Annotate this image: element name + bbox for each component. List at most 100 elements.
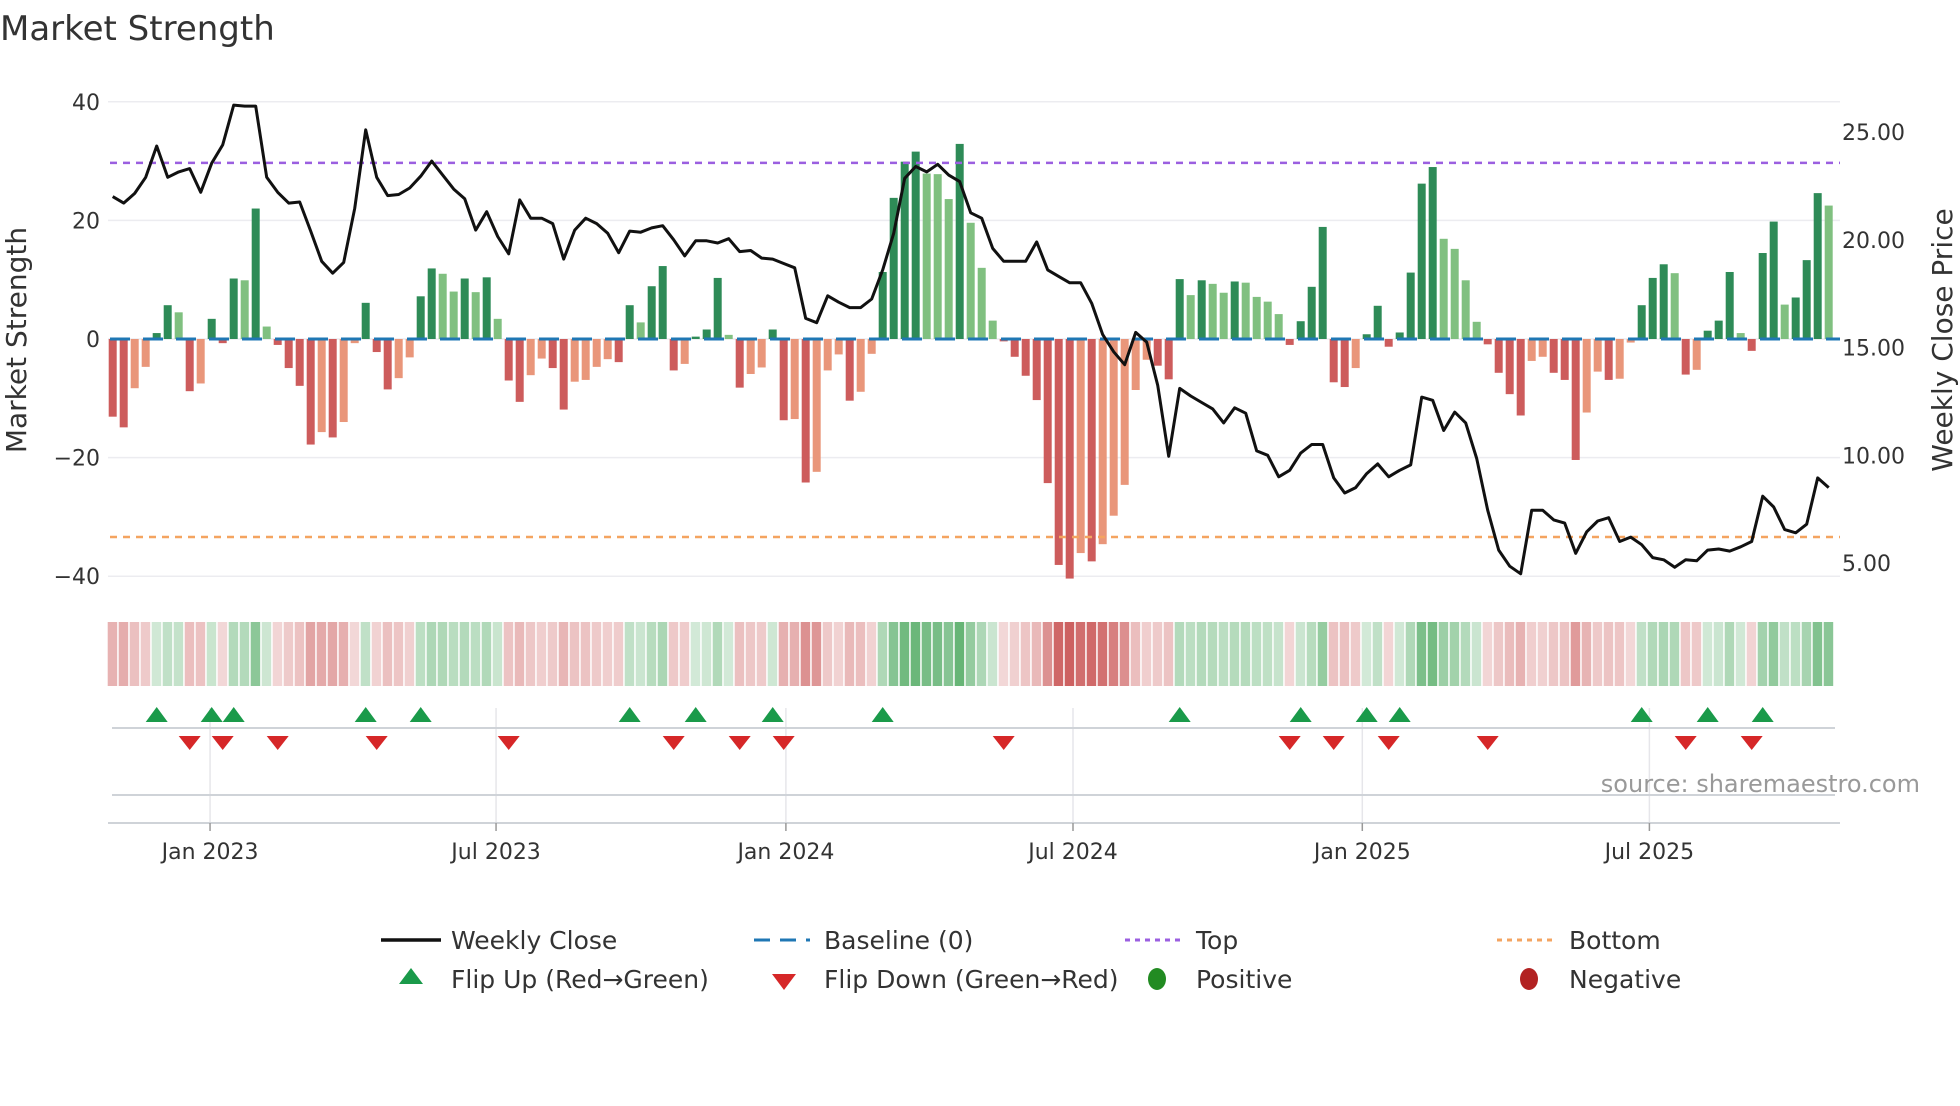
strip-cell [1735,622,1746,686]
strength-bar [977,267,986,339]
strength-bar [163,305,172,339]
strip-cell [1174,622,1185,686]
strip-cell [1427,622,1438,686]
strip-cell [822,622,833,686]
y-tick-label: 20 [72,209,100,234]
strength-bar [1527,339,1536,361]
flip-up-marker [354,707,377,722]
strip-cell [1680,622,1691,686]
strip-cell [327,622,338,686]
strip-cell [635,622,646,686]
flip-down-marker [1377,736,1400,750]
flip-up-marker [684,707,707,722]
strength-bar [669,339,678,371]
strip-cell [1702,622,1713,686]
strength-bar [141,339,150,367]
strip-cell [360,622,371,686]
y-right-tick-label: 10.00 [1842,444,1905,469]
strip-cell [1537,622,1548,686]
strength-bar [1472,321,1481,339]
strip-cell [437,622,448,686]
strength-bar [515,339,524,402]
strip-cell [1669,622,1680,686]
strength-bar [438,273,447,339]
strip-cell [580,622,591,686]
strip-cell [338,622,349,686]
strength-bar [174,312,183,339]
legend-item-negative: Negative [1520,965,1681,994]
x-tick-label: Jan 2024 [735,840,834,865]
legend-label: Baseline (0) [824,926,973,955]
strip-cell [1559,622,1570,686]
circle-negative-icon [1520,968,1538,990]
strip-cell [1042,622,1053,686]
flip-up-marker [1751,707,1774,722]
strength-bar [1219,292,1228,339]
strip-cell [1108,622,1119,686]
flip-down-marker [1674,736,1697,750]
strip-cell [690,622,701,686]
strip-cell [140,622,151,686]
strength-bar [196,339,205,384]
strip-cell [1251,622,1262,686]
y-axis-label-left: Market Strength [0,227,33,453]
strength-bar [1032,339,1041,401]
strip-cell [1581,622,1592,686]
strength-bar [1164,339,1173,380]
y-right-tick-label: 15.00 [1842,337,1905,362]
strength-bar [1582,339,1591,413]
strength-bar [1098,339,1107,545]
strength-bar [1076,339,1085,554]
strip-cell [1515,622,1526,686]
strip-cell [481,622,492,686]
legend-item-weekly-close: Weekly Close [381,926,617,955]
flip-down-marker [662,736,685,750]
strip-cell [107,622,118,686]
strength-bar [1010,339,1019,357]
strip-cell [569,622,580,686]
flip-up-marker [1289,707,1312,722]
legend: Weekly Close Baseline (0) Top Bottom Fli… [381,926,1681,994]
strip-cell [1284,622,1295,686]
strength-bar [537,339,546,359]
strength-bar [1824,205,1833,339]
strength-bar [1065,339,1074,579]
chart-title: Market Strength [0,9,275,49]
strip-cell [778,622,789,686]
y-axis-right-ticks: 25.00 20.00 15.00 10.00 5.00 [1842,121,1905,577]
strength-bar [603,339,612,360]
strength-bar [1791,297,1800,339]
strength-bar [1769,221,1778,339]
strip-cell [184,622,195,686]
strength-bar [1615,339,1624,379]
strength-bar [845,339,854,401]
strip-cell [767,622,778,686]
strip-cell [206,622,217,686]
strip-cell [1339,622,1350,686]
strip-cell [668,622,679,686]
legend-label: Flip Down (Green→Red) [824,965,1119,994]
strength-bar [1131,339,1140,390]
strength-bar [1406,272,1415,339]
strength-bar [1494,339,1503,373]
strength-bar [1604,339,1613,380]
strength-bar [1054,339,1063,565]
strip-cell [789,622,800,686]
strength-bar [284,339,293,369]
strength-bar [1351,339,1360,369]
strength-bar [1153,339,1162,366]
strength-bar [1384,339,1393,347]
legend-label: Bottom [1569,926,1661,955]
strip-cell [371,622,382,686]
strength-bar [636,322,645,339]
strip-cell [1383,622,1394,686]
y-right-tick-label: 25.00 [1842,121,1905,146]
strip-cell [1471,622,1482,686]
strength-bar [867,339,876,354]
legend-item-positive: Positive [1148,965,1292,994]
flip-down-marker [772,736,795,750]
flip-down-marker [178,736,201,750]
strip-cell [800,622,811,686]
strip-cell [1460,622,1471,686]
strip-cell [228,622,239,686]
